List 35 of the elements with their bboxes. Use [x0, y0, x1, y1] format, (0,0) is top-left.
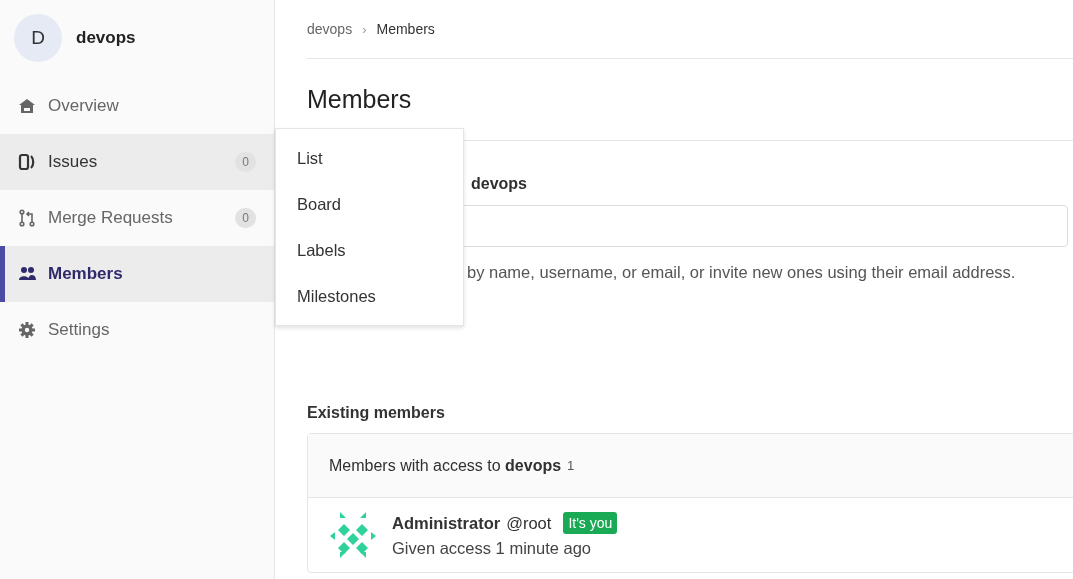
breadcrumb-link[interactable]: devops [307, 21, 353, 37]
breadcrumb-separator: › [362, 21, 367, 37]
sidebar-item[interactable]: Merge Requests 0 [0, 190, 274, 246]
sidebar-item[interactable]: Settings [0, 302, 274, 358]
home-icon [18, 97, 36, 115]
sidebar-item-label: Merge Requests [48, 208, 174, 228]
menu-item[interactable]: Milestones [276, 273, 463, 319]
menu-item[interactable]: Labels [276, 227, 463, 273]
count-badge: 0 [235, 208, 256, 228]
merge-request-icon [18, 209, 36, 227]
member-name[interactable]: Administrator [392, 513, 501, 533]
users-icon [18, 265, 36, 283]
settings-icon [18, 321, 36, 339]
sidebar-item-label: Settings [48, 320, 111, 340]
sidebar-item[interactable]: Members [0, 246, 274, 302]
you-badge: It's you [563, 512, 618, 534]
sidebar-item-label: Issues [48, 152, 99, 172]
member-count: 1 [567, 458, 575, 473]
invite-hint: by name, username, or email, or invite new ones using their email address. [467, 263, 1016, 281]
breadcrumb-link[interactable]: Members [376, 21, 435, 37]
group-avatar: D [14, 14, 62, 62]
group-name: devops [76, 28, 136, 48]
sidebar-item-label: Members [48, 264, 124, 284]
issues-icon [18, 153, 36, 171]
section-title: Existing members [307, 404, 446, 422]
sidebar-item-label: Overview [48, 96, 120, 116]
card-header-text: Members with access to devops [329, 456, 562, 475]
invite-heading: devops [471, 175, 527, 192]
sidebar-item[interactable]: Overview [0, 78, 274, 134]
count-badge: 0 [235, 152, 256, 172]
member-username: @root [506, 513, 552, 533]
access-time: Given access 1 minute ago [392, 539, 593, 558]
identicon-avatar [328, 510, 378, 560]
sidebar-item[interactable]: Issues 0 [0, 134, 274, 190]
menu-item[interactable]: Board [276, 181, 463, 227]
